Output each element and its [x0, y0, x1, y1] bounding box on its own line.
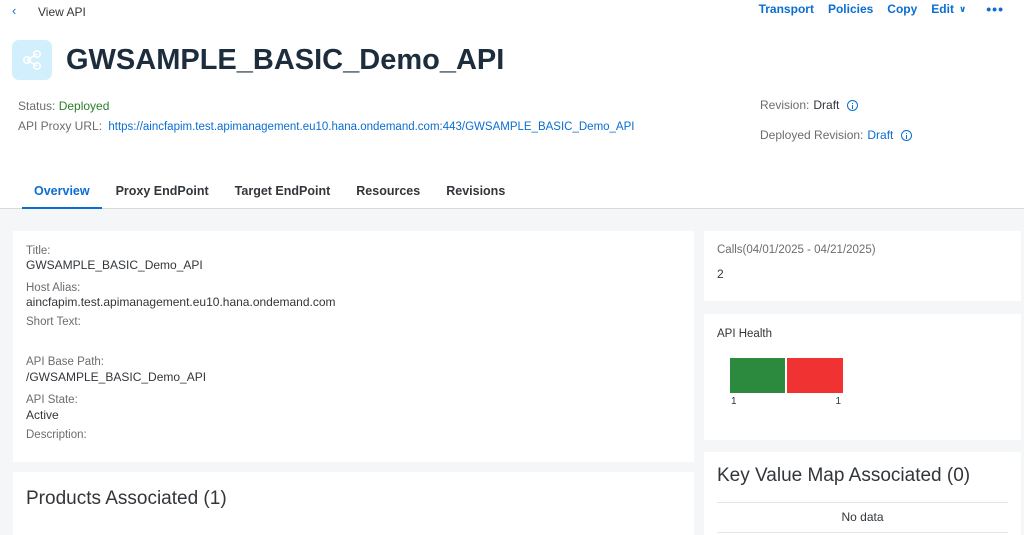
api-health-card: API Health 11	[704, 314, 1021, 440]
kvm-title: Key Value Map Associated (0)	[717, 465, 971, 486]
transport-button[interactable]: Transport	[759, 2, 814, 16]
host-alias-value: aincfapim.test.apimanagement.eu10.hana.o…	[26, 295, 336, 309]
health-bar-label-0: 1	[731, 396, 737, 407]
revision-value: Draft	[813, 98, 840, 112]
tab-resources[interactable]: Resources	[344, 176, 432, 209]
proxy-url-link[interactable]: https://aincfapim.test.apimanagement.eu1…	[108, 121, 634, 133]
revision-label: Revision:	[760, 98, 810, 112]
tab-overview[interactable]: Overview	[22, 176, 102, 209]
calls-value: 2	[717, 267, 724, 281]
edit-menu-button[interactable]: Edit ∨	[931, 2, 966, 16]
health-bar-label-1: 1	[835, 396, 841, 407]
more-options-icon[interactable]: •••	[986, 1, 1004, 17]
kvm-card: Key Value Map Associated (0) No data	[704, 452, 1021, 535]
proxy-url-label: API Proxy URL:	[18, 119, 103, 133]
policies-button[interactable]: Policies	[828, 2, 873, 16]
proxy-url-field: API Proxy URL: https://aincfapim.test.ap…	[18, 119, 634, 133]
kvm-empty-text: No data	[841, 510, 884, 524]
header-actions: Transport Policies Copy Edit ∨ •••	[745, 1, 1004, 17]
api-state-value: Active	[26, 408, 59, 422]
calls-label: Calls(04/01/2025 - 04/21/2025)	[717, 244, 876, 256]
title-label: Title:	[26, 245, 51, 257]
divider	[717, 532, 1008, 533]
calls-card: Calls(04/01/2025 - 04/21/2025) 2	[704, 231, 1021, 301]
revision-field: Revision: Draft	[760, 98, 859, 112]
title-value: GWSAMPLE_BASIC_Demo_API	[26, 258, 203, 272]
share-api-icon	[12, 40, 52, 80]
tab-revisions[interactable]: Revisions	[434, 176, 517, 209]
products-card: Products Associated (1)	[13, 472, 694, 535]
edit-button-label: Edit	[931, 2, 954, 16]
api-state-label: API State:	[26, 394, 78, 406]
api-health-chart: 11	[730, 358, 843, 407]
products-title: Products Associated (1)	[26, 488, 227, 509]
info-icon[interactable]	[847, 99, 859, 111]
deployed-revision-label: Deployed Revision:	[760, 128, 864, 142]
deployed-revision-field: Deployed Revision: Draft	[760, 128, 913, 142]
details-card: Title: GWSAMPLE_BASIC_Demo_API Host Alia…	[13, 231, 694, 462]
info-icon[interactable]	[901, 129, 913, 141]
object-header: GWSAMPLE_BASIC_Demo_API Status: Deployed…	[0, 28, 1024, 209]
base-path-label: API Base Path:	[26, 356, 104, 368]
status-field: Status: Deployed	[18, 99, 109, 113]
description-label: Description:	[26, 429, 87, 441]
deployed-revision-link[interactable]: Draft	[867, 128, 893, 142]
copy-button[interactable]: Copy	[887, 2, 917, 16]
top-bar: ‹ View API Transport Policies Copy Edit …	[0, 0, 1024, 28]
back-chevron-icon[interactable]: ‹	[12, 3, 16, 18]
base-path-value: /GWSAMPLE_BASIC_Demo_API	[26, 370, 207, 384]
chevron-down-icon: ∨	[958, 3, 967, 14]
back-title: View API	[38, 5, 86, 19]
page-title: GWSAMPLE_BASIC_Demo_API	[66, 44, 505, 76]
tab-target-endpoint[interactable]: Target EndPoint	[223, 176, 343, 209]
status-badge: Deployed	[58, 99, 110, 113]
tab-bar: Overview Proxy EndPoint Target EndPoint …	[22, 176, 519, 209]
health-bar-segment-0[interactable]	[730, 358, 785, 393]
status-label: Status:	[18, 99, 56, 113]
health-bar-segment-1[interactable]	[787, 358, 843, 393]
tab-proxy-endpoint[interactable]: Proxy EndPoint	[104, 176, 221, 209]
host-alias-label: Host Alias:	[26, 282, 81, 294]
api-health-label: API Health	[717, 328, 772, 340]
divider	[717, 502, 1008, 503]
short-text-label: Short Text:	[26, 316, 81, 328]
